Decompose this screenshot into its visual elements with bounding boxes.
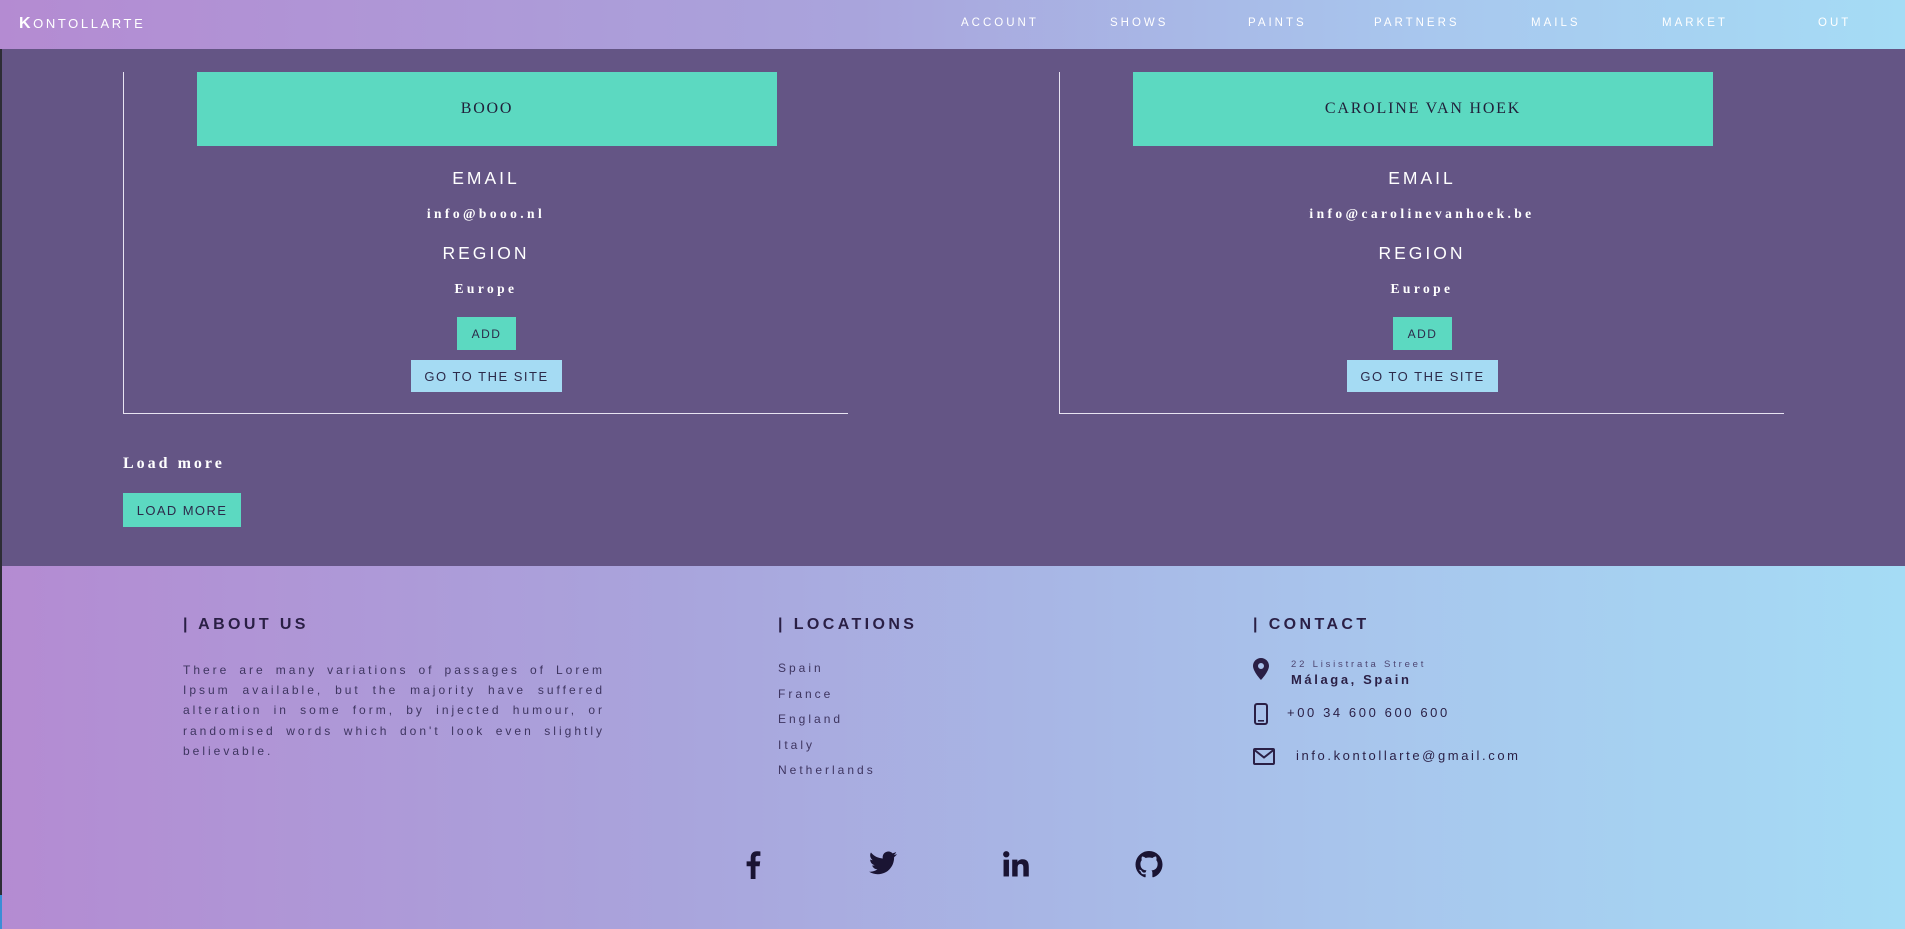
partner-name: BOOO	[197, 72, 777, 146]
about-heading: | ABOUT US	[183, 616, 309, 633]
region-label: REGION	[1378, 243, 1466, 263]
partner-card: CAROLINE VAN HOEK EMAIL info@carolinevan…	[1059, 72, 1784, 414]
linkedin-icon[interactable]	[1003, 851, 1029, 877]
footer: | ABOUT US There are many variations of …	[0, 566, 1905, 929]
partner-card: BOOO EMAIL info@booo.nl REGION Europe AD…	[123, 72, 848, 414]
top-navbar: KONTOLLARTE ACCOUNT SHOWS PAINTS PARTNER…	[0, 0, 1905, 49]
nav-shows[interactable]: SHOWS	[1110, 17, 1168, 29]
location-item[interactable]: England	[778, 712, 843, 726]
contact-phone[interactable]: +00 34 600 600 600	[1287, 705, 1450, 720]
brand-rest: ONTOLLARTE	[33, 16, 146, 31]
add-button[interactable]: ADD	[457, 317, 516, 350]
locations-heading: | LOCATIONS	[778, 616, 918, 633]
window-edge-accent	[0, 895, 2, 929]
go-to-site-button[interactable]: GO TO THE SITE	[1347, 360, 1498, 392]
partner-region: Europe	[1390, 281, 1454, 296]
brand-initial: K	[19, 15, 34, 32]
envelope-icon	[1253, 748, 1275, 765]
load-more-button[interactable]: LOAD MORE	[123, 493, 241, 527]
partner-name: CAROLINE VAN HOEK	[1133, 72, 1713, 146]
twitter-icon[interactable]	[869, 851, 897, 875]
mobile-phone-icon	[1254, 703, 1268, 725]
go-to-site-button[interactable]: GO TO THE SITE	[411, 360, 562, 392]
nav-account[interactable]: ACCOUNT	[961, 17, 1039, 29]
github-icon[interactable]	[1135, 851, 1163, 878]
nav-market[interactable]: MARKET	[1662, 17, 1728, 29]
location-pin-icon	[1253, 658, 1269, 680]
partner-email: info@carolinevanhoek.be	[1309, 206, 1535, 221]
nav-out[interactable]: OUT	[1818, 17, 1851, 29]
location-item[interactable]: Italy	[778, 738, 815, 752]
contact-heading: | CONTACT	[1253, 616, 1370, 633]
location-item[interactable]: France	[778, 687, 833, 701]
nav-mails[interactable]: MAILS	[1531, 17, 1581, 29]
brand-logo[interactable]: KONTOLLARTE	[19, 15, 145, 33]
location-item[interactable]: Spain	[778, 661, 824, 675]
nav-partners[interactable]: PARTNERS	[1374, 17, 1460, 29]
facebook-icon[interactable]	[745, 851, 761, 879]
about-text: There are many variations of passages of…	[183, 663, 605, 758]
contact-email[interactable]: info.kontollarte@gmail.com	[1296, 748, 1521, 763]
nav-paints[interactable]: PAINTS	[1248, 17, 1307, 29]
email-label: EMAIL	[1388, 168, 1456, 188]
window-edge	[0, 0, 2, 929]
contact-city: Málaga, Spain	[1291, 672, 1412, 687]
location-item[interactable]: Netherlands	[778, 763, 876, 777]
add-button[interactable]: ADD	[1393, 317, 1452, 350]
load-more-title: Load more	[123, 455, 225, 472]
region-label: REGION	[442, 243, 530, 263]
partner-email: info@booo.nl	[426, 206, 546, 221]
contact-street: 22 Lisistrata Street	[1291, 659, 1427, 670]
email-label: EMAIL	[452, 168, 520, 188]
partner-region: Europe	[454, 281, 518, 296]
